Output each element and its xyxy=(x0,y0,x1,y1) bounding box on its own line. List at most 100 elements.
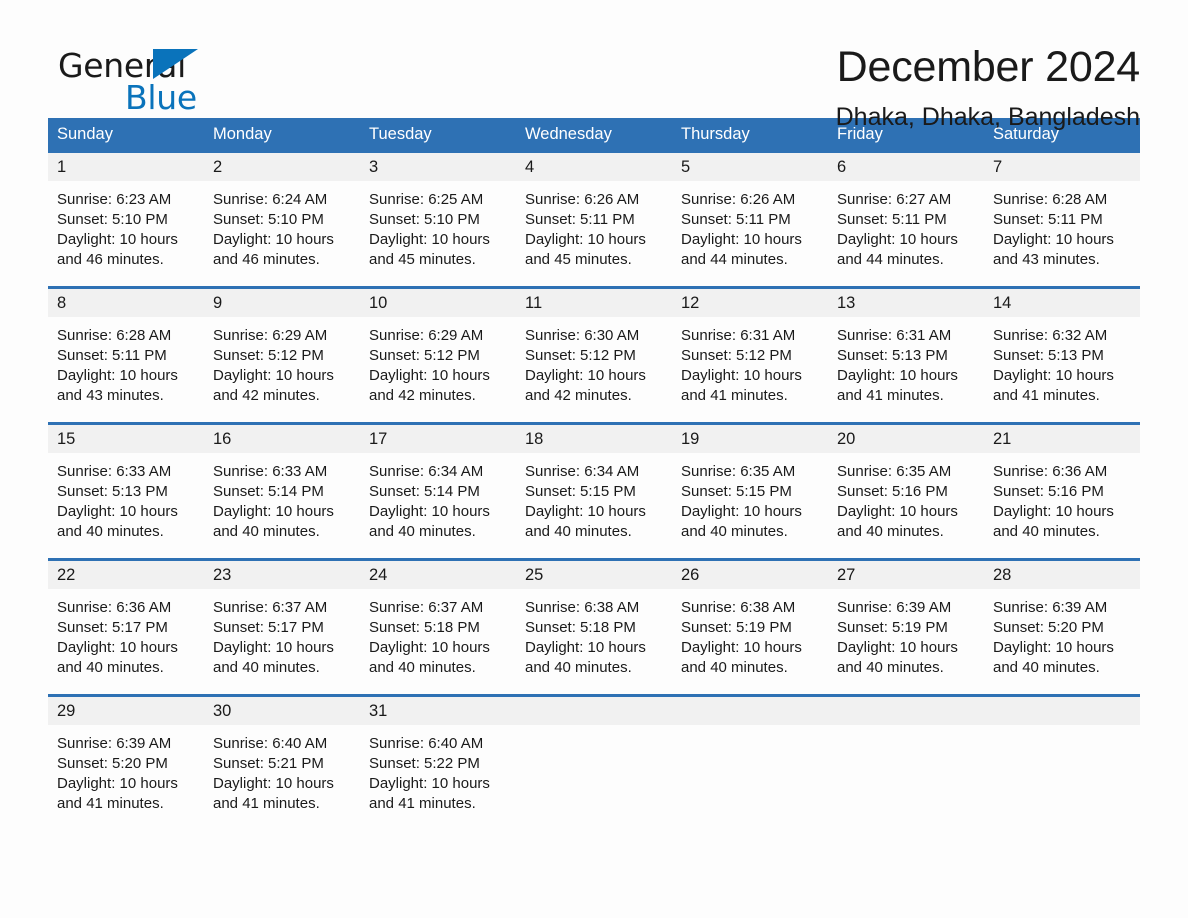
day-cell[interactable]: Sunrise: 6:36 AM Sunset: 5:16 PM Dayligh… xyxy=(984,453,1140,558)
day-cell[interactable]: Sunrise: 6:25 AM Sunset: 5:10 PM Dayligh… xyxy=(360,181,516,286)
week-row: 22 23 24 25 26 27 28 Sunrise: 6:36 AM Su… xyxy=(48,558,1140,694)
day-number[interactable]: 22 xyxy=(48,561,204,589)
day-cell[interactable]: Sunrise: 6:40 AM Sunset: 5:21 PM Dayligh… xyxy=(204,725,360,830)
day-number[interactable]: 19 xyxy=(672,425,828,453)
day-cell[interactable]: Sunrise: 6:35 AM Sunset: 5:15 PM Dayligh… xyxy=(672,453,828,558)
day-cell[interactable]: Sunrise: 6:26 AM Sunset: 5:11 PM Dayligh… xyxy=(516,181,672,286)
day-number[interactable]: 11 xyxy=(516,289,672,317)
day-number[interactable]: 28 xyxy=(984,561,1140,589)
day-cell[interactable]: Sunrise: 6:28 AM Sunset: 5:11 PM Dayligh… xyxy=(984,181,1140,286)
weekday-header-tuesday: Tuesday xyxy=(369,125,432,143)
week-row: 15 16 17 18 19 20 21 Sunrise: 6:33 AM Su… xyxy=(48,422,1140,558)
day-number[interactable]: 30 xyxy=(204,697,360,725)
weekday-header-friday: Friday xyxy=(837,125,883,143)
weekday-header-sunday: Sunday xyxy=(57,125,113,143)
day-number-empty xyxy=(672,697,828,725)
day-number-empty xyxy=(984,697,1140,725)
daylight-text: Daylight: 10 hours and 46 minutes. xyxy=(213,231,334,268)
daylight-text: Daylight: 10 hours and 40 minutes. xyxy=(525,639,646,676)
day-cell[interactable]: Sunrise: 6:31 AM Sunset: 5:13 PM Dayligh… xyxy=(828,317,984,422)
day-cell[interactable]: Sunrise: 6:23 AM Sunset: 5:10 PM Dayligh… xyxy=(48,181,204,286)
day-cell[interactable]: Sunrise: 6:37 AM Sunset: 5:17 PM Dayligh… xyxy=(204,589,360,694)
day-cell[interactable]: Sunrise: 6:34 AM Sunset: 5:15 PM Dayligh… xyxy=(516,453,672,558)
sunrise-text: Sunrise: 6:40 AM xyxy=(369,735,484,752)
sunrise-text: Sunrise: 6:31 AM xyxy=(837,327,952,344)
day-cell[interactable]: Sunrise: 6:31 AM Sunset: 5:12 PM Dayligh… xyxy=(672,317,828,422)
daylight-text: Daylight: 10 hours and 40 minutes. xyxy=(369,639,490,676)
daylight-text: Daylight: 10 hours and 41 minutes. xyxy=(993,367,1114,404)
day-cell[interactable]: Sunrise: 6:34 AM Sunset: 5:14 PM Dayligh… xyxy=(360,453,516,558)
sunrise-text: Sunrise: 6:29 AM xyxy=(369,327,484,344)
day-number[interactable]: 26 xyxy=(672,561,828,589)
week-daynumber-band: 1 2 3 4 5 6 7 xyxy=(48,153,1140,181)
day-cell[interactable]: Sunrise: 6:38 AM Sunset: 5:18 PM Dayligh… xyxy=(516,589,672,694)
sunset-text: Sunset: 5:12 PM xyxy=(213,347,324,364)
day-cell[interactable]: Sunrise: 6:38 AM Sunset: 5:19 PM Dayligh… xyxy=(672,589,828,694)
day-number[interactable]: 5 xyxy=(672,153,828,181)
day-cell[interactable]: Sunrise: 6:35 AM Sunset: 5:16 PM Dayligh… xyxy=(828,453,984,558)
day-number[interactable]: 3 xyxy=(360,153,516,181)
day-number[interactable]: 8 xyxy=(48,289,204,317)
generalblue-logo[interactable]: General Blue xyxy=(48,42,248,117)
day-cell[interactable]: Sunrise: 6:33 AM Sunset: 5:13 PM Dayligh… xyxy=(48,453,204,558)
day-number[interactable]: 20 xyxy=(828,425,984,453)
sunset-text: Sunset: 5:11 PM xyxy=(681,211,791,228)
logo-triangle-icon xyxy=(153,49,198,79)
day-cell[interactable]: Sunrise: 6:27 AM Sunset: 5:11 PM Dayligh… xyxy=(828,181,984,286)
day-number[interactable]: 16 xyxy=(204,425,360,453)
day-number[interactable]: 1 xyxy=(48,153,204,181)
sunset-text: Sunset: 5:19 PM xyxy=(837,619,948,636)
day-cell[interactable]: Sunrise: 6:29 AM Sunset: 5:12 PM Dayligh… xyxy=(204,317,360,422)
day-number[interactable]: 6 xyxy=(828,153,984,181)
day-number[interactable]: 25 xyxy=(516,561,672,589)
sunset-text: Sunset: 5:10 PM xyxy=(213,211,324,228)
sunset-text: Sunset: 5:21 PM xyxy=(213,755,324,772)
day-number[interactable]: 7 xyxy=(984,153,1140,181)
day-number[interactable]: 24 xyxy=(360,561,516,589)
day-cell[interactable]: Sunrise: 6:30 AM Sunset: 5:12 PM Dayligh… xyxy=(516,317,672,422)
day-cell-empty xyxy=(672,725,828,830)
day-number[interactable]: 12 xyxy=(672,289,828,317)
day-cell[interactable]: Sunrise: 6:26 AM Sunset: 5:11 PM Dayligh… xyxy=(672,181,828,286)
sunrise-text: Sunrise: 6:39 AM xyxy=(57,735,172,752)
day-cell[interactable]: Sunrise: 6:28 AM Sunset: 5:11 PM Dayligh… xyxy=(48,317,204,422)
week-detail-row: Sunrise: 6:28 AM Sunset: 5:11 PM Dayligh… xyxy=(48,317,1140,422)
day-number[interactable]: 23 xyxy=(204,561,360,589)
sunrise-text: Sunrise: 6:24 AM xyxy=(213,191,328,208)
day-number[interactable]: 13 xyxy=(828,289,984,317)
day-cell[interactable]: Sunrise: 6:36 AM Sunset: 5:17 PM Dayligh… xyxy=(48,589,204,694)
weekday-header-thursday: Thursday xyxy=(681,125,750,143)
day-number[interactable]: 14 xyxy=(984,289,1140,317)
sunrise-text: Sunrise: 6:23 AM xyxy=(57,191,172,208)
daylight-text: Daylight: 10 hours and 40 minutes. xyxy=(681,503,802,540)
daylight-text: Daylight: 10 hours and 41 minutes. xyxy=(57,775,178,812)
daylight-text: Daylight: 10 hours and 40 minutes. xyxy=(525,503,646,540)
day-cell[interactable]: Sunrise: 6:39 AM Sunset: 5:20 PM Dayligh… xyxy=(984,589,1140,694)
sunrise-text: Sunrise: 6:32 AM xyxy=(993,327,1108,344)
sunset-text: Sunset: 5:12 PM xyxy=(369,347,480,364)
day-cell[interactable]: Sunrise: 6:24 AM Sunset: 5:10 PM Dayligh… xyxy=(204,181,360,286)
day-cell[interactable]: Sunrise: 6:29 AM Sunset: 5:12 PM Dayligh… xyxy=(360,317,516,422)
day-number[interactable]: 9 xyxy=(204,289,360,317)
day-number[interactable]: 21 xyxy=(984,425,1140,453)
day-number[interactable]: 29 xyxy=(48,697,204,725)
day-number[interactable]: 10 xyxy=(360,289,516,317)
day-cell[interactable]: Sunrise: 6:32 AM Sunset: 5:13 PM Dayligh… xyxy=(984,317,1140,422)
sunrise-text: Sunrise: 6:39 AM xyxy=(993,599,1108,616)
sunset-text: Sunset: 5:13 PM xyxy=(837,347,948,364)
day-number[interactable]: 31 xyxy=(360,697,516,725)
day-number[interactable]: 2 xyxy=(204,153,360,181)
day-number[interactable]: 15 xyxy=(48,425,204,453)
day-cell[interactable]: Sunrise: 6:40 AM Sunset: 5:22 PM Dayligh… xyxy=(360,725,516,830)
day-number-empty xyxy=(516,697,672,725)
sunrise-text: Sunrise: 6:35 AM xyxy=(837,463,952,480)
day-cell[interactable]: Sunrise: 6:37 AM Sunset: 5:18 PM Dayligh… xyxy=(360,589,516,694)
day-cell[interactable]: Sunrise: 6:33 AM Sunset: 5:14 PM Dayligh… xyxy=(204,453,360,558)
day-number[interactable]: 17 xyxy=(360,425,516,453)
day-cell[interactable]: Sunrise: 6:39 AM Sunset: 5:19 PM Dayligh… xyxy=(828,589,984,694)
day-number[interactable]: 4 xyxy=(516,153,672,181)
day-number[interactable]: 27 xyxy=(828,561,984,589)
sunset-text: Sunset: 5:10 PM xyxy=(57,211,168,228)
day-number[interactable]: 18 xyxy=(516,425,672,453)
day-cell[interactable]: Sunrise: 6:39 AM Sunset: 5:20 PM Dayligh… xyxy=(48,725,204,830)
